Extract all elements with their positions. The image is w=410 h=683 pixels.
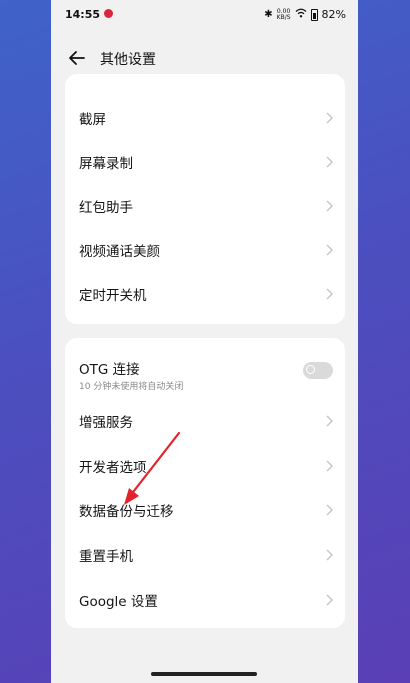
otg-label: OTG 连接 xyxy=(79,362,140,378)
battery-icon xyxy=(310,8,318,21)
net-speed: 0.00 KB/S xyxy=(276,7,291,21)
row-data-backup[interactable]: 数据备份与迁移 xyxy=(65,488,345,532)
otg-toggle[interactable] xyxy=(303,362,333,379)
notification-icon xyxy=(104,9,113,18)
chevron-right-icon xyxy=(326,594,333,606)
status-bar: 14:55 ✱ 0.00 KB/S 82% xyxy=(51,0,358,30)
row-screen-record[interactable]: 屏幕录制 xyxy=(65,140,345,184)
row-video-beauty[interactable]: 视频通话美颜 xyxy=(65,228,345,272)
chevron-right-icon xyxy=(326,156,333,168)
chevron-right-icon xyxy=(326,200,333,212)
row-label: 数据备份与迁移 xyxy=(79,504,174,520)
row-label: 截屏 xyxy=(79,112,106,128)
chevron-right-icon xyxy=(326,504,333,516)
chevron-right-icon xyxy=(326,415,333,427)
chevron-right-icon xyxy=(326,549,333,561)
toggle-knob xyxy=(306,365,315,374)
status-time: 14:55 xyxy=(65,8,101,21)
scrolled-item-label xyxy=(89,70,159,78)
row-label: 增强服务 xyxy=(79,415,133,431)
row-label: 开发者选项 xyxy=(79,460,147,476)
chevron-right-icon xyxy=(326,244,333,256)
wifi-icon xyxy=(295,8,307,21)
chevron-right-icon xyxy=(326,112,333,124)
row-developer-options[interactable]: 开发者选项 xyxy=(65,444,345,488)
battery-level: 82% xyxy=(321,8,346,21)
row-screenshot[interactable]: 截屏 xyxy=(65,96,345,140)
row-label: 屏幕录制 xyxy=(79,156,133,172)
otg-sublabel: 10 分钟未使用将自动关闭 xyxy=(79,382,184,392)
chevron-right-icon xyxy=(326,460,333,472)
page-title: 其他设置 xyxy=(100,52,156,68)
row-reset-phone[interactable]: 重置手机 xyxy=(65,533,345,577)
row-label: 定时开关机 xyxy=(79,288,147,304)
arrow-left-icon[interactable] xyxy=(67,48,87,68)
status-icons: ✱ 0.00 KB/S 82% xyxy=(264,8,346,21)
row-red-packet[interactable]: 红包助手 xyxy=(65,184,345,228)
settings-card-1: 截屏 屏幕录制 红包助手 视频通话美颜 定时开关机 xyxy=(65,74,345,324)
row-label: 红包助手 xyxy=(79,200,133,216)
row-otg[interactable]: OTG 连接 10 分钟未使用将自动关闭 xyxy=(65,352,345,398)
home-indicator[interactable] xyxy=(151,672,257,676)
row-google-settings[interactable]: Google 设置 xyxy=(65,578,345,622)
settings-card-2: OTG 连接 10 分钟未使用将自动关闭 增强服务 开发者选项 数据备份与迁移 … xyxy=(65,338,345,628)
row-label: 视频通话美颜 xyxy=(79,244,160,260)
row-label: Google 设置 xyxy=(79,594,158,610)
row-label: 重置手机 xyxy=(79,549,133,565)
row-enhanced-service[interactable]: 增强服务 xyxy=(65,399,345,443)
bluetooth-icon: ✱ xyxy=(264,9,273,20)
row-scheduled-power[interactable]: 定时开关机 xyxy=(65,272,345,316)
chevron-right-icon xyxy=(326,288,333,300)
phone-screen: 14:55 ✱ 0.00 KB/S 82% 其他设置 截屏 屏幕录制 红包助手 xyxy=(51,0,358,683)
